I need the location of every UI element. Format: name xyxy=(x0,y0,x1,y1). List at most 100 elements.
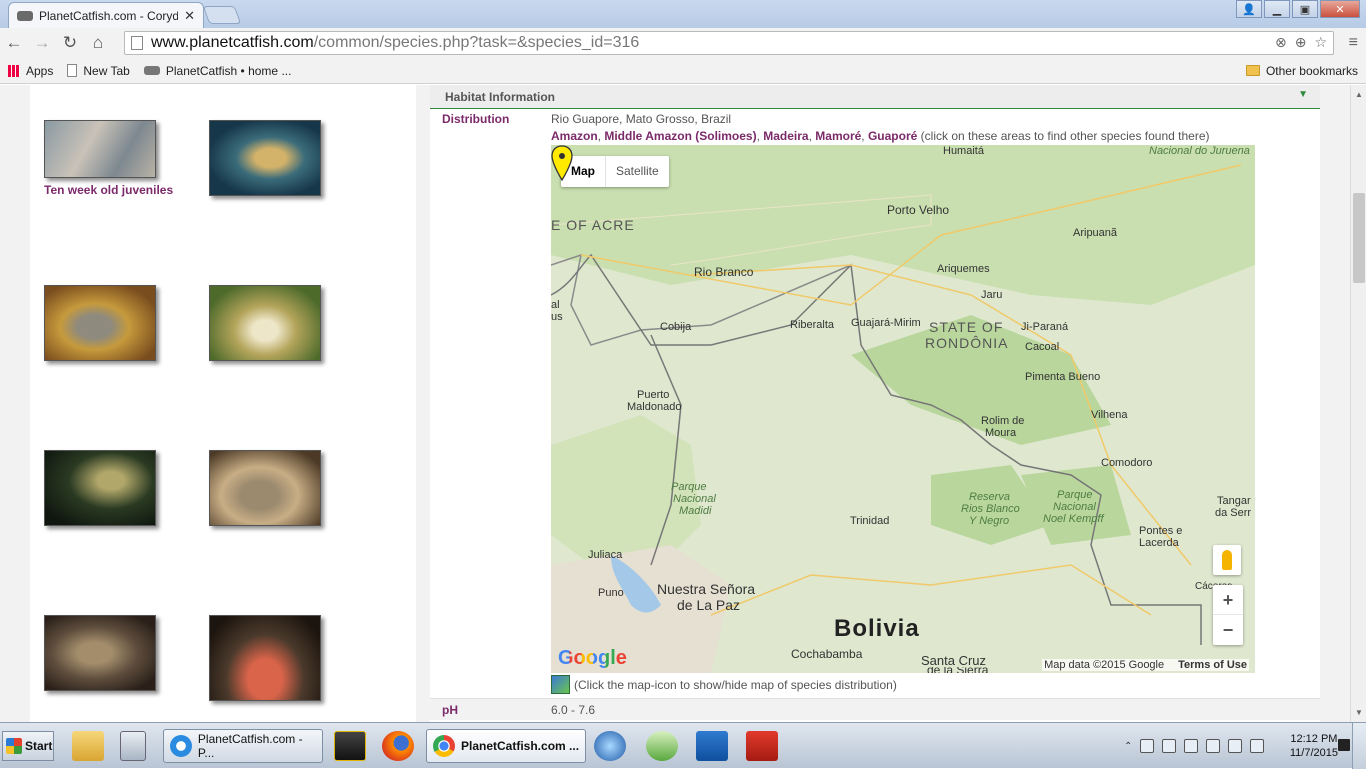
map-label: Ariquemes xyxy=(937,263,990,275)
google-wordmark: Google xyxy=(558,647,627,669)
photo-thumbnail[interactable] xyxy=(44,120,156,178)
show-desktop-button[interactable] xyxy=(1352,723,1366,769)
map-label: Madidi xyxy=(679,505,712,517)
area-link-amazon[interactable]: Amazon xyxy=(551,129,598,143)
map-label: Nacional xyxy=(673,493,716,505)
network-signal-icon[interactable] xyxy=(1228,739,1243,753)
map-label: Porto Velho xyxy=(887,203,950,217)
blocked-popup-icon[interactable]: ⊗ xyxy=(1275,34,1287,51)
habitat-section-header[interactable]: Habitat Information ▼ xyxy=(430,85,1320,109)
calculator-icon[interactable] xyxy=(120,731,146,761)
map-label: Cacoal xyxy=(1025,341,1060,353)
area-link-mamore[interactable]: Mamoré xyxy=(815,129,861,143)
user-icon[interactable]: 👤 xyxy=(1236,0,1262,18)
taskbar-chrome-label: PlanetCatfish.com ... xyxy=(461,739,580,753)
chrome-icon xyxy=(433,735,455,757)
area-link-madeira[interactable]: Madeira xyxy=(763,129,808,143)
distribution-map[interactable]: Map Satellite Humaitá Nacional do Juruen… xyxy=(551,145,1255,673)
page-scrollbar[interactable]: ▲ ▼ xyxy=(1350,85,1366,722)
home-icon[interactable]: ⌂ xyxy=(84,33,112,53)
clock-time: 12:12 PM xyxy=(1290,733,1338,745)
forward-arrow-icon[interactable]: → xyxy=(28,33,56,53)
photo-thumbnail[interactable] xyxy=(209,450,321,526)
firefox-icon[interactable] xyxy=(382,731,414,761)
outlook-icon[interactable] xyxy=(696,731,728,761)
url-path: /common/species.php?task=&species_id=316 xyxy=(313,34,640,51)
area-link-guapore[interactable]: Guaporé xyxy=(868,129,917,143)
map-label: Juliaca xyxy=(588,549,623,561)
map-label: Pontes e xyxy=(1139,525,1183,537)
start-button[interactable]: Start xyxy=(2,731,54,761)
close-window-button[interactable]: ✕ xyxy=(1320,0,1360,18)
minimize-button[interactable]: ▁ xyxy=(1264,0,1290,18)
folder-icon xyxy=(1245,65,1260,76)
map-label: Santa Cruz xyxy=(921,653,987,668)
chrome-menu-icon[interactable]: ≡ xyxy=(1349,34,1358,52)
google-logo[interactable]: Google xyxy=(558,647,627,670)
scrollbar-thumb[interactable] xyxy=(1353,193,1365,283)
photo-thumbnail[interactable] xyxy=(209,615,321,701)
map-label: Nacional do Juruena xyxy=(1149,145,1250,157)
map-label: Nuestra Señora xyxy=(657,581,756,597)
street-view-pegman-icon[interactable] xyxy=(1213,545,1241,575)
areas-hint: (click on these areas to find other spec… xyxy=(920,129,1210,143)
map-toggle-icon[interactable] xyxy=(551,675,570,694)
tray-app-icon[interactable] xyxy=(1162,739,1177,753)
zoom-magnifier-icon[interactable]: ⊕ xyxy=(1295,34,1307,51)
bookmark-other[interactable]: Other bookmarks xyxy=(1245,63,1358,78)
map-label: de la Sierra xyxy=(927,667,988,673)
notification-icon[interactable] xyxy=(1338,739,1350,751)
photo-thumbnail[interactable] xyxy=(44,615,156,691)
photo-thumbnail[interactable] xyxy=(209,285,321,361)
tray-expand-icon[interactable]: ⌃ xyxy=(1124,741,1132,752)
zoom-out-button[interactable]: − xyxy=(1213,615,1243,645)
scroll-up-arrow-icon[interactable]: ▲ xyxy=(1355,90,1363,99)
start-label: Start xyxy=(25,739,53,753)
terms-of-use-link[interactable]: Terms of Use xyxy=(1178,659,1247,671)
ph-value: 6.0 - 7.6 xyxy=(551,703,596,717)
address-bar[interactable]: www.planetcatfish.com/common/species.php… xyxy=(124,31,1334,55)
maximize-button[interactable]: ▣ xyxy=(1292,0,1318,18)
ph-label: pH xyxy=(442,703,458,717)
photo-thumbnail[interactable] xyxy=(44,450,156,526)
tray-security-icon[interactable] xyxy=(1184,739,1199,753)
species-info-panel: Habitat Information ▼ Distribution Rio G… xyxy=(430,85,1320,722)
map-type-satellite-button[interactable]: Satellite xyxy=(606,156,669,187)
volume-icon[interactable] xyxy=(1250,739,1265,753)
browser-tab[interactable]: PlanetCatfish.com - Corydoras ✕ xyxy=(8,2,204,28)
photo-gallery: Ten week old juveniles xyxy=(30,85,416,722)
tab-title: PlanetCatfish.com - Corydoras xyxy=(39,8,179,23)
battery-icon[interactable] xyxy=(1206,739,1221,753)
map-label: us xyxy=(551,311,563,323)
taskbar-chrome-window[interactable]: PlanetCatfish.com ... xyxy=(426,729,586,763)
bookmark-apps[interactable]: Apps xyxy=(8,64,53,78)
bookmark-new-tab[interactable]: New Tab xyxy=(67,64,130,78)
bookmark-star-icon[interactable]: ☆ xyxy=(1314,34,1327,51)
collapse-arrow-icon[interactable]: ▼ xyxy=(1298,89,1308,100)
window-title-bar: PlanetCatfish.com - Corydoras ✕ 👤 ▁ ▣ ✕ xyxy=(0,0,1366,28)
media-player-icon[interactable] xyxy=(334,731,366,761)
close-tab-icon[interactable]: ✕ xyxy=(184,8,195,24)
green-app-icon[interactable] xyxy=(646,731,678,761)
apps-grid-icon xyxy=(8,64,20,77)
bookmarks-bar: Apps New Tab PlanetCatfish • home ... Ot… xyxy=(0,58,1366,84)
back-arrow-icon[interactable]: ← xyxy=(0,33,28,53)
acrobat-reader-icon[interactable] xyxy=(746,731,778,761)
area-link-middle-amazon[interactable]: Middle Amazon (Solimoes) xyxy=(604,129,756,143)
action-center-flag-icon[interactable] xyxy=(1140,739,1155,753)
location-pin-icon[interactable] xyxy=(551,145,573,181)
zoom-in-button[interactable]: + xyxy=(1213,585,1243,615)
map-label: da Serr xyxy=(1215,507,1252,519)
system-clock[interactable]: 12:12 PM 11/7/2015 xyxy=(1290,732,1338,760)
utility-app-icon[interactable] xyxy=(594,731,626,761)
file-explorer-icon[interactable] xyxy=(72,731,104,761)
reload-icon[interactable]: ↻ xyxy=(56,33,84,53)
taskbar-ie-window[interactable]: PlanetCatfish.com - P... xyxy=(163,729,323,763)
bookmark-other-label: Other bookmarks xyxy=(1265,63,1358,78)
new-tab-button[interactable] xyxy=(202,6,242,24)
photo-caption[interactable]: Ten week old juveniles xyxy=(44,183,173,197)
scroll-down-arrow-icon[interactable]: ▼ xyxy=(1355,708,1363,717)
photo-thumbnail[interactable] xyxy=(44,285,156,361)
bookmark-planetcatfish[interactable]: PlanetCatfish • home ... xyxy=(143,64,291,78)
photo-thumbnail[interactable] xyxy=(209,120,321,196)
